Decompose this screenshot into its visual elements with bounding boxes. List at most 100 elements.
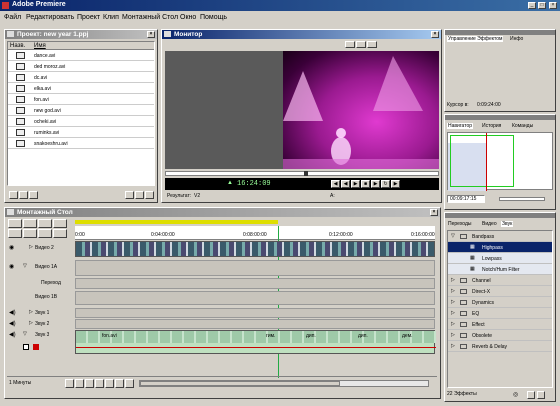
- effect-item[interactable]: ▦ Notch/Hum Filter: [448, 264, 552, 275]
- pan-rubberband-icon[interactable]: [33, 344, 39, 350]
- range-select-tool-icon[interactable]: [23, 219, 37, 228]
- speaker-icon[interactable]: ◀): [9, 320, 16, 327]
- single-view-button[interactable]: [356, 41, 366, 48]
- track-options-button[interactable]: [65, 379, 74, 388]
- video2-clips[interactable]: [75, 241, 435, 257]
- frame-forward-button[interactable]: ▶: [371, 180, 380, 188]
- hand-tool-icon[interactable]: [8, 229, 22, 238]
- tab-effect-controls[interactable]: Управление Эффектом: [447, 36, 504, 42]
- eye-icon[interactable]: ◉: [9, 263, 14, 270]
- speaker-icon[interactable]: ◀): [9, 331, 16, 338]
- maximize-button[interactable]: □: [538, 2, 546, 9]
- target-value[interactable]: V2: [194, 193, 200, 199]
- collapse-arrow-icon[interactable]: ▽: [23, 331, 27, 337]
- effect-folder[interactable]: ▷ EQ: [448, 308, 552, 319]
- frame-back-button[interactable]: ◀: [341, 180, 350, 188]
- sync-mode-button[interactable]: [105, 379, 114, 388]
- menu-edit[interactable]: Редактировать: [26, 12, 74, 23]
- menu-timeline[interactable]: Монтажный Стол: [122, 12, 178, 23]
- speaker-icon[interactable]: ◀): [9, 309, 16, 316]
- scrub-bar[interactable]: [165, 171, 439, 176]
- file-row[interactable]: ruminks.avi: [8, 127, 154, 138]
- expand-arrow-icon[interactable]: ▷: [451, 299, 455, 305]
- tab-video-effects[interactable]: Видео: [481, 221, 498, 227]
- file-row[interactable]: dance.avi: [8, 50, 154, 61]
- file-row[interactable]: elka.avi: [8, 83, 154, 94]
- dual-view-button[interactable]: [345, 41, 355, 48]
- file-row[interactable]: ocheki.avi: [8, 116, 154, 127]
- new-bin-button[interactable]: [125, 191, 134, 199]
- tab-audio-effects[interactable]: Звук: [501, 221, 514, 227]
- expand-arrow-icon[interactable]: ▷: [451, 343, 455, 349]
- track-select-tool-icon[interactable]: [38, 219, 52, 228]
- effect-item[interactable]: ▦ Highpass: [448, 242, 552, 253]
- snap-to-edges-button[interactable]: [75, 379, 84, 388]
- effect-icon[interactable]: ▦: [470, 255, 475, 261]
- trash-button[interactable]: [537, 391, 545, 399]
- step-forward-button[interactable]: ▶: [391, 180, 400, 188]
- effect-folder[interactable]: ▷ Obsolete: [448, 330, 552, 341]
- menu-window[interactable]: Окно: [180, 12, 196, 23]
- selection-tool-icon[interactable]: [8, 219, 22, 228]
- zoom-tool-icon[interactable]: [23, 229, 37, 238]
- tab-transitions[interactable]: Переходы: [447, 221, 472, 227]
- tab-commands[interactable]: Команды: [511, 123, 534, 129]
- close-button[interactable]: ×: [549, 2, 557, 9]
- icon-view-button[interactable]: [19, 191, 28, 199]
- timeline-scrollbar[interactable]: [139, 380, 429, 387]
- file-row[interactable]: dc.avi: [8, 72, 154, 83]
- video1b-lane[interactable]: [75, 291, 435, 305]
- file-row[interactable]: ded moroz.avi: [8, 61, 154, 72]
- expand-arrow-icon[interactable]: ▷: [29, 244, 33, 250]
- expand-arrow-icon[interactable]: ▷: [29, 309, 33, 315]
- volume-rubberband-icon[interactable]: [23, 344, 29, 350]
- effect-folder[interactable]: ▷ Channel: [448, 275, 552, 286]
- trim-view-button[interactable]: [367, 41, 377, 48]
- fade-tool-icon[interactable]: [53, 229, 67, 238]
- expand-arrow-icon[interactable]: ▷: [29, 320, 33, 326]
- edge-view-button[interactable]: [85, 379, 94, 388]
- collapse-arrow-icon[interactable]: ▽: [23, 263, 27, 269]
- navigator-zoom-slider[interactable]: [499, 197, 545, 201]
- timeline-close-button[interactable]: ×: [430, 209, 438, 216]
- toggle-shy-button[interactable]: [115, 379, 124, 388]
- zoom-level[interactable]: 1 Минуты: [9, 380, 31, 386]
- binoculars-icon[interactable]: ◎: [513, 391, 518, 398]
- effect-folder[interactable]: ▷ Dynamics: [448, 297, 552, 308]
- effect-folder[interactable]: ▷ Reverb & Delay: [448, 341, 552, 352]
- new-folder-button[interactable]: [527, 391, 535, 399]
- video1a-lane[interactable]: [75, 260, 435, 276]
- expand-arrow-icon[interactable]: ▷: [451, 321, 455, 327]
- razor-tool-icon[interactable]: [38, 229, 52, 238]
- audio3-clips[interactable]: fon.avi гим. дип. дип. дем.: [75, 330, 436, 354]
- shift-tracks-button[interactable]: [95, 379, 104, 388]
- effect-icon[interactable]: ▦: [470, 266, 475, 272]
- minimize-button[interactable]: _: [528, 2, 536, 9]
- effect-item[interactable]: ▦ Lowpass: [448, 253, 552, 264]
- play-button[interactable]: ▶: [351, 180, 360, 188]
- menu-help[interactable]: Помощь: [200, 12, 227, 23]
- audio1-lane[interactable]: [75, 308, 435, 318]
- scrollbar-thumb[interactable]: [140, 381, 340, 386]
- tab-navigator[interactable]: Навигатор: [447, 123, 474, 129]
- work-area-bar[interactable]: [75, 220, 278, 224]
- edit-tool-icon[interactable]: [53, 219, 67, 228]
- effect-icon[interactable]: ▦: [470, 244, 475, 250]
- toggle-snap-button[interactable]: [125, 379, 134, 388]
- audio-target-label[interactable]: A:: [330, 193, 335, 199]
- eye-icon[interactable]: ◉: [9, 244, 14, 251]
- expand-arrow-icon[interactable]: ▷: [451, 277, 455, 283]
- collapse-arrow-icon[interactable]: ▽: [451, 233, 455, 239]
- effect-folder[interactable]: ▷ Direct-X: [448, 286, 552, 297]
- expand-arrow-icon[interactable]: ▷: [451, 288, 455, 294]
- audio2-lane[interactable]: [75, 319, 435, 329]
- effect-folder[interactable]: ▽ Bandpass: [448, 231, 552, 242]
- menu-project[interactable]: Проект: [77, 12, 100, 23]
- file-row[interactable]: fon.avi: [8, 94, 154, 105]
- expand-arrow-icon[interactable]: ▷: [451, 310, 455, 316]
- effect-folder[interactable]: ▷ Effect: [448, 319, 552, 330]
- monitor-close-button[interactable]: ×: [431, 31, 439, 38]
- scrub-handle[interactable]: [304, 171, 308, 176]
- navigator-timecode[interactable]: 00:09:17:15: [447, 195, 485, 203]
- menu-file[interactable]: Файл: [4, 12, 21, 23]
